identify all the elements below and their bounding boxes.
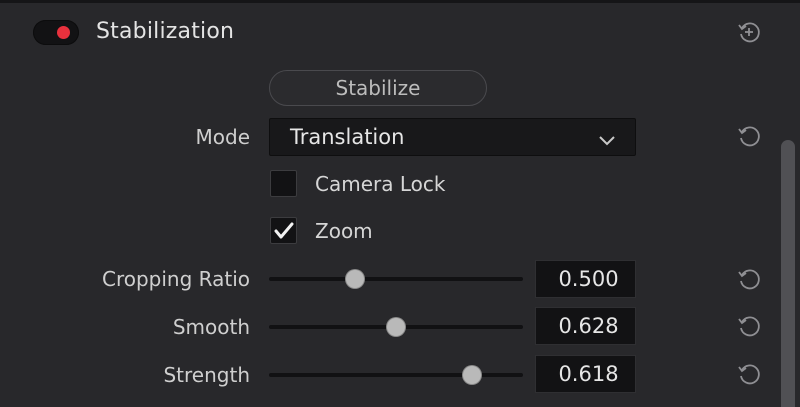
cropping-ratio-slider[interactable] (269, 277, 523, 281)
strength-slider-thumb[interactable] (463, 366, 482, 384)
mode-selected-value: Translation (290, 125, 405, 149)
smooth-value-field[interactable]: 0.628 (535, 307, 636, 345)
zoom-checkbox[interactable] (270, 217, 297, 244)
camera-lock-label: Camera Lock (315, 172, 446, 196)
inspector-panel: Stabilization Stabilize Mode Translation… (0, 0, 800, 407)
stabilize-button[interactable]: Stabilize (269, 70, 487, 106)
smooth-reset-icon[interactable] (735, 312, 763, 340)
mode-reset-icon[interactable] (735, 122, 763, 150)
cropping-ratio-label: Cropping Ratio (101, 267, 250, 291)
section-title: Stabilization (96, 19, 235, 44)
stabilization-enable-toggle[interactable] (33, 20, 79, 45)
mode-dropdown[interactable]: Translation (269, 118, 636, 156)
cropping-ratio-slider-thumb[interactable] (346, 270, 365, 288)
strength-reset-icon[interactable] (735, 360, 763, 388)
zoom-label: Zoom (315, 219, 373, 243)
mode-label: Mode (195, 125, 251, 149)
reset-all-icon[interactable] (735, 18, 763, 46)
chevron-down-icon (599, 131, 615, 150)
smooth-label: Smooth (172, 315, 250, 339)
toggle-indicator (57, 26, 70, 39)
panel-divider (0, 0, 800, 3)
vertical-scrollbar[interactable] (781, 140, 795, 407)
strength-value-field[interactable]: 0.618 (535, 355, 636, 393)
smooth-slider-thumb[interactable] (387, 318, 405, 336)
camera-lock-checkbox[interactable] (270, 170, 297, 197)
strength-label: Strength (163, 363, 250, 387)
cropping-ratio-reset-icon[interactable] (735, 265, 763, 293)
checkmark-icon (274, 222, 293, 238)
cropping-ratio-value-field[interactable]: 0.500 (535, 260, 636, 298)
strength-slider[interactable] (269, 373, 523, 377)
